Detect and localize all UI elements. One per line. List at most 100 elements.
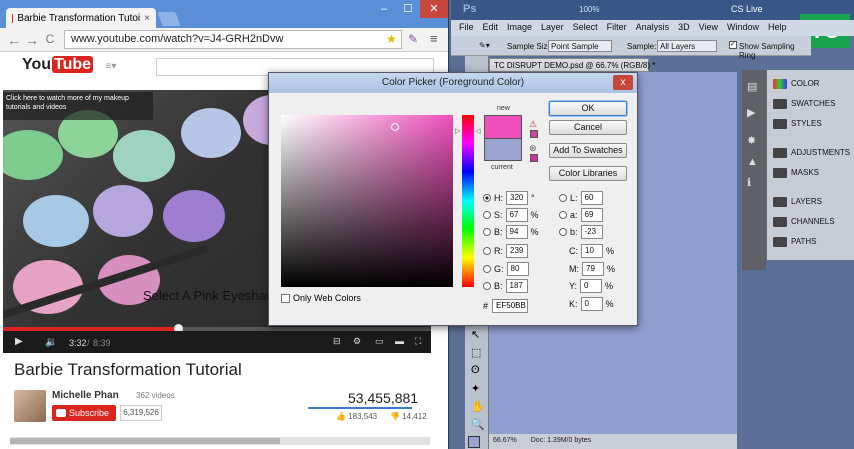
- maximize-button[interactable]: ☐: [396, 0, 420, 18]
- current-color-swatch[interactable]: [484, 139, 522, 161]
- menu-icon[interactable]: ≡: [430, 31, 438, 46]
- watch-later-icon[interactable]: ▭: [375, 336, 384, 347]
- hue-slider-arrow-right-icon[interactable]: ◁: [475, 127, 480, 135]
- web-safe-warning-icon[interactable]: ⊛: [529, 143, 537, 154]
- menu-file[interactable]: File: [459, 22, 474, 34]
- forward-arrow-icon[interactable]: →: [24, 32, 40, 48]
- minimize-button[interactable]: –: [372, 0, 396, 18]
- panel-masks[interactable]: MASKS: [791, 168, 819, 177]
- lab-a-radio[interactable]: [559, 211, 567, 219]
- document-tab[interactable]: TC DISRUPT DEMO.psd @ 66.7% (RGB/8) *: [489, 58, 655, 72]
- address-bar[interactable]: www.youtube.com/watch?v=J4-GRH2nDvw: [64, 30, 402, 49]
- menu-help[interactable]: Help: [768, 22, 787, 34]
- history-panel-icon[interactable]: ▤: [747, 80, 757, 93]
- lab-b-input[interactable]: -23: [580, 225, 603, 239]
- fullscreen-icon[interactable]: ⛶: [415, 336, 421, 347]
- blue-input[interactable]: 187: [505, 279, 528, 293]
- channel-name[interactable]: Michelle Phan: [52, 390, 119, 401]
- color-field[interactable]: [281, 115, 453, 287]
- back-arrow-icon[interactable]: ←: [6, 32, 22, 48]
- eyedropper-extension-icon[interactable]: ✎: [408, 32, 418, 46]
- only-web-colors-checkbox[interactable]: [281, 293, 290, 303]
- actions-panel-icon[interactable]: ▶: [747, 106, 755, 119]
- color-field-cursor[interactable]: [391, 123, 399, 131]
- browser-tab[interactable]: Barbie Transformation Tutoi ×: [6, 8, 156, 28]
- green-radio[interactable]: [483, 265, 491, 273]
- theater-mode-icon[interactable]: ▬: [395, 336, 404, 346]
- like-button[interactable]: 👍 183,543: [336, 412, 377, 421]
- foreground-color-swatch[interactable]: [468, 436, 480, 448]
- only-web-colors-option[interactable]: Only Web Colors: [281, 293, 361, 303]
- hue-input[interactable]: 320: [506, 191, 528, 205]
- play-icon[interactable]: ▶: [15, 336, 23, 347]
- menu-image[interactable]: Image: [507, 22, 532, 34]
- add-to-swatches-button[interactable]: Add To Swatches: [549, 143, 627, 158]
- horizontal-scrollbar[interactable]: [10, 437, 430, 445]
- panel-swatches[interactable]: SWATCHES: [791, 99, 835, 108]
- scrollbar-thumb[interactable]: [10, 438, 280, 444]
- ok-button[interactable]: OK: [549, 101, 627, 116]
- close-window-button[interactable]: ✕: [420, 0, 448, 18]
- saturation-radio[interactable]: [483, 211, 491, 219]
- show-ring-checkbox[interactable]: ✓: [729, 41, 737, 49]
- zoom-level[interactable]: 100%: [579, 5, 599, 14]
- menu-layer[interactable]: Layer: [541, 22, 564, 34]
- sample-layers-select[interactable]: All Layers: [657, 40, 717, 52]
- menu-3d[interactable]: 3D: [678, 22, 690, 34]
- blue-radio[interactable]: [483, 282, 491, 290]
- panel-channels[interactable]: CHANNELS: [791, 217, 835, 226]
- saturation-input[interactable]: 67: [505, 208, 528, 222]
- new-tab-button[interactable]: [157, 12, 181, 26]
- gamut-color-chip[interactable]: [530, 130, 538, 138]
- red-input[interactable]: 239: [506, 244, 528, 258]
- lab-a-input[interactable]: 69: [580, 208, 603, 222]
- move-tool-icon[interactable]: ↖: [471, 328, 480, 341]
- info-panel-icon[interactable]: ℹ: [747, 176, 751, 189]
- hue-slider[interactable]: [462, 115, 474, 287]
- dialog-close-button[interactable]: x: [613, 75, 633, 90]
- green-input[interactable]: 80: [506, 262, 529, 276]
- lab-b-radio[interactable]: [559, 228, 567, 236]
- menu-edit[interactable]: Edit: [483, 22, 499, 34]
- dislike-button[interactable]: 👎 14,412: [390, 412, 427, 421]
- histogram-panel-icon[interactable]: ▲: [747, 156, 758, 168]
- out-of-gamut-warning-icon[interactable]: ⚠: [529, 119, 537, 130]
- web-safe-color-chip[interactable]: [530, 154, 538, 162]
- lightness-input[interactable]: 60: [580, 191, 603, 205]
- cs-live-button[interactable]: CS Live: [731, 4, 763, 14]
- zoom-tool-icon[interactable]: 🔍: [471, 418, 485, 431]
- menu-filter[interactable]: Filter: [607, 22, 627, 34]
- tab-close-icon[interactable]: ×: [144, 13, 150, 24]
- volume-icon[interactable]: 🔉: [45, 337, 57, 348]
- settings-gear-icon[interactable]: ⚙: [353, 336, 361, 347]
- cancel-button[interactable]: Cancel: [549, 120, 627, 135]
- panel-layers[interactable]: LAYERS: [791, 197, 822, 206]
- yellow-input[interactable]: 0: [580, 279, 603, 293]
- menu-analysis[interactable]: Analysis: [636, 22, 670, 34]
- magenta-input[interactable]: 79: [582, 262, 604, 276]
- red-radio[interactable]: [483, 247, 491, 255]
- quick-select-tool-icon[interactable]: ✦: [471, 382, 480, 395]
- star-icon[interactable]: ★: [386, 32, 397, 46]
- panel-styles[interactable]: STYLES: [791, 119, 822, 128]
- youtube-logo[interactable]: You Tube ≡▾: [22, 56, 116, 74]
- hue-slider-arrow-left-icon[interactable]: ▷: [455, 127, 460, 135]
- lasso-tool-icon[interactable]: ʘ: [471, 364, 480, 376]
- menu-window[interactable]: Window: [727, 22, 759, 34]
- menu-view[interactable]: View: [699, 22, 718, 34]
- guide-menu-icon[interactable]: ≡▾: [106, 61, 117, 72]
- cyan-input[interactable]: 10: [581, 244, 603, 258]
- panel-color[interactable]: COLOR: [791, 79, 819, 88]
- black-input[interactable]: 0: [580, 297, 603, 311]
- reload-icon[interactable]: C: [42, 32, 58, 46]
- lightness-radio[interactable]: [559, 194, 567, 202]
- brightness-radio[interactable]: [483, 228, 491, 236]
- hand-tool-icon[interactable]: ✋: [471, 400, 485, 413]
- color-libraries-button[interactable]: Color Libraries: [549, 166, 627, 181]
- hue-radio[interactable]: [483, 194, 491, 202]
- navigator-panel-icon[interactable]: ✸: [747, 134, 756, 147]
- status-zoom[interactable]: 66.67%: [493, 437, 517, 446]
- eyedropper-tool-icon[interactable]: ✎▾: [479, 41, 490, 50]
- channel-avatar[interactable]: [14, 390, 46, 422]
- promo-annotation[interactable]: Click here to watch more of my makeup tu…: [3, 92, 153, 120]
